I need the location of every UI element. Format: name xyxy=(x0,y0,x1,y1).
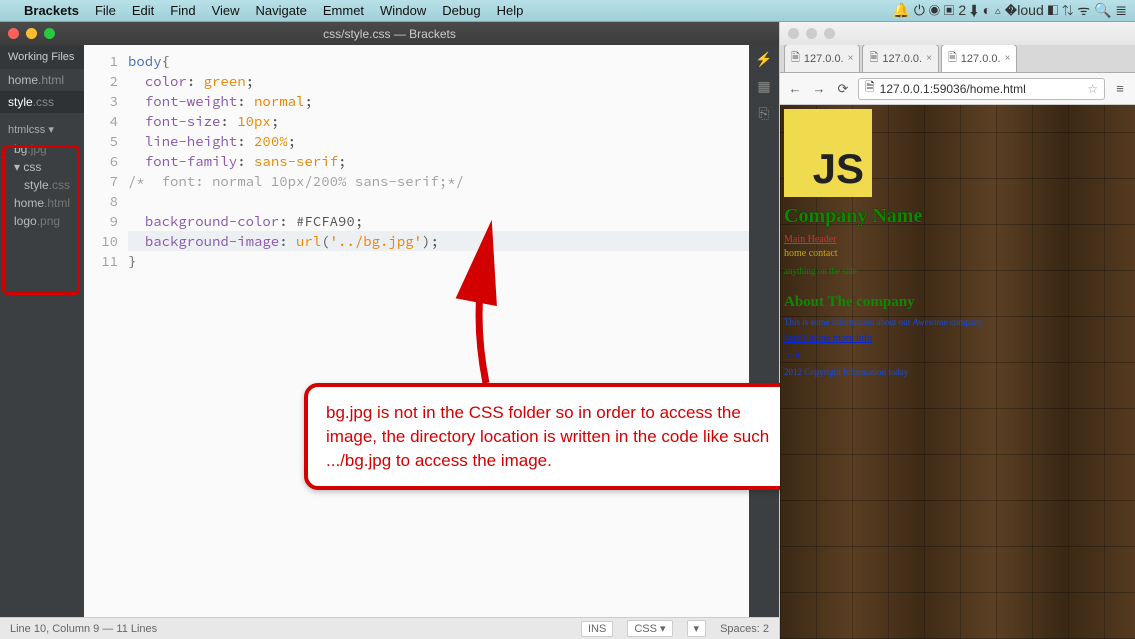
working-files-header: Working Files xyxy=(0,45,84,69)
menu-emmet[interactable]: Emmet xyxy=(323,3,364,18)
file-icon: 🗎 xyxy=(791,49,800,68)
close-icon[interactable]: × xyxy=(848,53,854,64)
line-gutter: 1234567891011 xyxy=(84,51,128,617)
browser-tab[interactable]: 🗎127.0.0.× xyxy=(941,44,1017,72)
file-icon: 🗎 xyxy=(869,49,878,68)
browser-tab[interactable]: 🗎127.0.0.× xyxy=(784,44,860,72)
address-bar[interactable]: 🗎 127.0.0.1:59036/home.html ☆ xyxy=(858,78,1105,100)
code-content[interactable]: body{ color: green; font-weight: normal;… xyxy=(128,51,749,617)
browser-window: 🗎127.0.0.× 🗎127.0.0.× 🗎127.0.0.× ← → ⟳ 🗎… xyxy=(779,22,1135,639)
extension-icon[interactable]: ⎘ xyxy=(758,105,769,122)
tree-item[interactable]: logo.png xyxy=(0,212,84,230)
live-preview-icon[interactable]: ⚡ xyxy=(755,51,772,68)
page-link[interactable]: Main Header xyxy=(784,234,1131,245)
browser-toolbar: ← → ⟳ 🗎 127.0.0.1:59036/home.html ☆ ≡ xyxy=(780,73,1135,105)
forward-button[interactable]: → xyxy=(810,81,828,96)
menu-edit[interactable]: Edit xyxy=(132,3,154,18)
menu-navigate[interactable]: Navigate xyxy=(256,3,307,18)
page-text: This is some information about our Aweso… xyxy=(784,317,1131,327)
browser-tab[interactable]: 🗎127.0.0.× xyxy=(862,44,938,72)
menu-debug[interactable]: Debug xyxy=(442,3,480,18)
page-text: 2012 Copyright Information today xyxy=(784,367,1131,377)
browser-titlebar xyxy=(780,22,1135,45)
file-icon: 🗎 xyxy=(948,49,957,68)
url-text: 127.0.0.1:59036/home.html xyxy=(880,82,1026,96)
titlebar: css/style.css — Brackets xyxy=(0,22,779,45)
page-subheading: About The company xyxy=(784,294,1131,311)
encoding-select[interactable]: ▾ xyxy=(687,620,707,637)
page-text: anything on the side xyxy=(784,266,1131,276)
extension-manager-icon[interactable]: ▦ xyxy=(757,78,770,95)
close-button[interactable] xyxy=(8,28,19,39)
menu-window[interactable]: Window xyxy=(380,3,426,18)
tree-item[interactable]: bg.jpg xyxy=(0,140,84,158)
status-bar: Line 10, Column 9 — 11 Lines INS CSS ▾ ▾… xyxy=(0,617,779,639)
page-heading: Company Name xyxy=(784,205,1131,228)
page-nav[interactable]: home contact xyxy=(784,248,838,259)
close-button[interactable] xyxy=(788,28,799,39)
menu-view[interactable]: View xyxy=(212,3,240,18)
js-logo: JS xyxy=(784,109,872,197)
page-link[interactable]: foot xyxy=(784,350,1131,361)
reload-button[interactable]: ⟳ xyxy=(834,81,852,97)
bookmark-icon[interactable]: ☆ xyxy=(1087,82,1098,96)
mac-menubar: Brackets File Edit Find View Navigate Em… xyxy=(0,0,1135,22)
menubar-status-icons: 🔔 ⏻ ◉ ▣ 2 ⬇ ◐ ▵ �loud ◧ ⇅ ᯤ 🔍 ≣ xyxy=(893,1,1127,20)
ins-toggle[interactable]: INS xyxy=(581,621,613,637)
rendered-page: JS Company Name Main Header home contact… xyxy=(780,105,1135,639)
menu-help[interactable]: Help xyxy=(497,3,524,18)
close-icon[interactable]: × xyxy=(1005,53,1011,64)
tree-folder[interactable]: ▾ css xyxy=(0,158,84,176)
menu-app[interactable]: Brackets xyxy=(24,3,79,18)
tree-item[interactable]: style.css xyxy=(0,176,84,194)
menu-file[interactable]: File xyxy=(95,3,116,18)
brackets-window: css/style.css — Brackets Working Files h… xyxy=(0,22,779,639)
window-title: css/style.css — Brackets xyxy=(323,27,456,41)
zoom-button[interactable] xyxy=(44,28,55,39)
tree-item[interactable]: home.html xyxy=(0,194,84,212)
back-button[interactable]: ← xyxy=(786,81,804,96)
zoom-button[interactable] xyxy=(824,28,835,39)
page-link[interactable]: here's some more info xyxy=(784,333,1131,344)
minimize-button[interactable] xyxy=(806,28,817,39)
working-file[interactable]: style.css xyxy=(0,91,84,113)
language-select[interactable]: CSS ▾ xyxy=(627,620,672,637)
menu-icon[interactable]: ≡ xyxy=(1111,81,1129,96)
menu-find[interactable]: Find xyxy=(170,3,195,18)
annotation-callout: bg.jpg is not in the CSS folder so in or… xyxy=(304,383,812,490)
extension-rail: ⚡ ▦ ⎘ xyxy=(749,45,779,617)
cursor-position: Line 10, Column 9 — 11 Lines xyxy=(10,623,157,635)
annotation-text: bg.jpg is not in the CSS folder so in or… xyxy=(326,403,769,470)
browser-tabs: 🗎127.0.0.× 🗎127.0.0.× 🗎127.0.0.× xyxy=(780,45,1135,73)
working-file[interactable]: home.html xyxy=(0,69,84,91)
minimize-button[interactable] xyxy=(26,28,37,39)
spaces-setting[interactable]: Spaces: 2 xyxy=(720,623,769,635)
file-icon: 🗎 xyxy=(865,78,875,99)
sidebar: Working Files home.html style.css htmlcs… xyxy=(0,45,84,617)
close-icon[interactable]: × xyxy=(926,53,932,64)
project-dropdown[interactable]: htmlcss ▾ xyxy=(0,119,84,140)
editor[interactable]: 1234567891011 body{ color: green; font-w… xyxy=(84,45,749,617)
